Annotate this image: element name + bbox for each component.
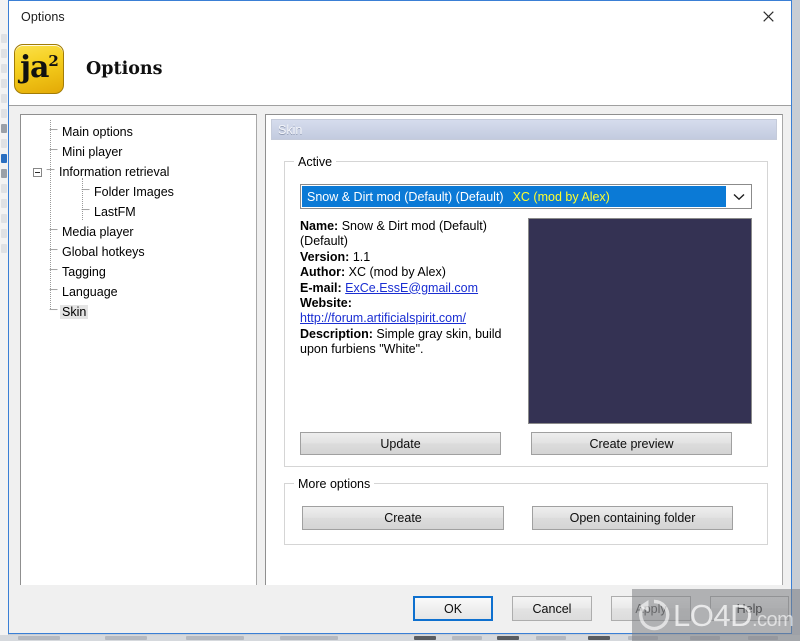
sidebar-item-label: Main options [62, 125, 133, 139]
cancel-button[interactable]: Cancel [512, 596, 592, 621]
sidebar-item-label: Global hotkeys [62, 245, 145, 259]
tree-branch-dash: ─ [49, 263, 58, 276]
settings-tree-panel[interactable]: ─ Main options ─ Mini player ─ Informati… [20, 114, 257, 598]
close-icon[interactable] [745, 1, 791, 31]
options-dialog-window: Options ja2 Options ─ Main options ─ Min… [8, 0, 792, 634]
tree-branch-dash: ─ [49, 243, 58, 256]
app-logo-icon: ja2 [14, 43, 64, 94]
sidebar-item-language[interactable]: ─ Language [21, 282, 256, 302]
update-button[interactable]: Update [300, 432, 501, 455]
sidebar-item-label: Language [62, 285, 118, 299]
dialog-header-band: ja2 Options [9, 32, 791, 106]
sidebar-item-label: Information retrieval [59, 165, 170, 179]
sidebar-item-information-retrieval[interactable]: ─ Information retrieval [21, 162, 256, 182]
skin-version-value: 1.1 [352, 249, 371, 264]
skin-description-label: Description: [300, 326, 373, 341]
sidebar-item-label: Media player [62, 225, 134, 239]
page-title: Options [86, 58, 163, 79]
window-title: Options [21, 9, 65, 24]
tree-branch-dash: ─ [81, 183, 90, 196]
more-options-legend: More options [294, 477, 375, 491]
tree-branch-dash: ─ [81, 203, 90, 216]
create-skin-button[interactable]: Create [302, 506, 504, 530]
skin-author-value: XC (mod by Alex) [348, 265, 446, 280]
tree-branch-dash: ─ [46, 163, 55, 176]
sidebar-item-label: LastFM [94, 205, 136, 219]
sidebar-item-label: Skin [60, 305, 89, 319]
app-logo-text: ja2 [20, 49, 59, 85]
skin-select-dropdown[interactable]: Snow & Dirt mod (Default) (Default) XC (… [300, 184, 752, 209]
sidebar-item-skin[interactable]: ─ Skin [21, 302, 256, 322]
active-group-legend: Active [294, 155, 337, 169]
dialog-footer: OK Cancel Apply Help [9, 585, 791, 633]
skin-detail-website: Website: [300, 296, 522, 311]
sidebar-item-lastfm[interactable]: ─ LastFM [21, 202, 256, 222]
skin-preview-image [528, 218, 752, 424]
sidebar-item-label: Folder Images [94, 185, 174, 199]
skin-select-author: XC (mod by Alex) [512, 189, 610, 204]
skin-detail-website-url: http://forum.artificialspirit.com/ [300, 311, 522, 326]
skin-detail-email: E-mail: ExCe.EssE@gmail.com [300, 281, 522, 296]
panel-header-title: Skin [278, 122, 303, 137]
skin-detail-description: Description: Simple gray skin, build upo… [300, 327, 522, 358]
skin-version-label: Version: [300, 249, 350, 264]
sidebar-item-folder-images[interactable]: ─ Folder Images [21, 182, 256, 202]
skin-detail-author: Author: XC (mod by Alex) [300, 265, 522, 280]
apply-button[interactable]: Apply [611, 596, 691, 621]
ok-button[interactable]: OK [413, 596, 493, 621]
sidebar-item-media-player[interactable]: ─ Media player [21, 222, 256, 242]
skin-website-link[interactable]: http://forum.artificialspirit.com/ [300, 311, 466, 325]
skin-settings-panel: Skin Active Snow & Dirt mod (Default) (D… [265, 114, 783, 598]
app-logo-letters: ja [20, 49, 49, 85]
skin-select-value: Snow & Dirt mod (Default) (Default) XC (… [302, 186, 726, 207]
tree-branch-dash: ─ [49, 123, 58, 136]
title-bar: Options [9, 1, 791, 32]
more-options-group: More options Create Open containing fold… [284, 477, 768, 545]
tree-collapse-icon[interactable] [33, 167, 42, 177]
skin-author-label: Author: [300, 265, 346, 280]
tree-branch-dash: ─ [49, 143, 58, 156]
dialog-body: ─ Main options ─ Mini player ─ Informati… [9, 106, 791, 598]
skin-detail-name: Name: Snow & Dirt mod (Default) (Default… [300, 219, 522, 250]
skin-select-name: Snow & Dirt mod (Default) (Default) [307, 189, 504, 204]
skin-name-label: Name: [300, 219, 339, 233]
sidebar-item-label: Tagging [62, 265, 106, 279]
skin-email-label: E-mail: [300, 280, 342, 295]
active-skin-group: Active Snow & Dirt mod (Default) (Defaul… [284, 155, 768, 467]
open-containing-folder-button[interactable]: Open containing folder [532, 506, 733, 530]
tree-branch-dash: ─ [49, 303, 58, 316]
taskbar-bleed [0, 635, 800, 641]
chevron-down-icon[interactable] [727, 185, 751, 208]
skin-detail-version: Version: 1.1 [300, 250, 522, 265]
sidebar-item-mini-player[interactable]: ─ Mini player [21, 142, 256, 162]
skin-details-block: Name: Snow & Dirt mod (Default) (Default… [300, 219, 522, 358]
panel-header: Skin [271, 119, 777, 140]
app-logo-superscript: 2 [48, 51, 58, 70]
tree-branch-dash: ─ [49, 223, 58, 236]
sidebar-item-tagging[interactable]: ─ Tagging [21, 262, 256, 282]
tree-branch-dash: ─ [49, 283, 58, 296]
sidebar-item-label: Mini player [62, 145, 123, 159]
skin-email-link[interactable]: ExCe.EssE@gmail.com [345, 281, 478, 295]
sidebar-item-main-options[interactable]: ─ Main options [21, 122, 256, 142]
skin-website-label: Website: [300, 296, 352, 311]
help-button[interactable]: Help [710, 596, 789, 621]
create-preview-button[interactable]: Create preview [531, 432, 732, 455]
sidebar-item-global-hotkeys[interactable]: ─ Global hotkeys [21, 242, 256, 262]
